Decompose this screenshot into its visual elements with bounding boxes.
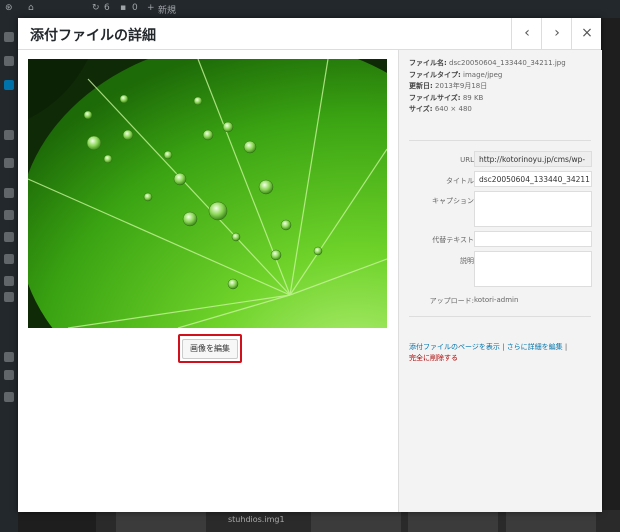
previous-button[interactable]: ‹ xyxy=(511,18,542,49)
close-button[interactable]: × xyxy=(571,18,602,49)
title-field[interactable]: dsc20050604_133440_34211 xyxy=(474,171,592,187)
users-icon[interactable] xyxy=(4,232,14,242)
uploaded-date-label: 更新日: xyxy=(409,82,433,90)
media-preview-pane: 画像を編集 xyxy=(18,50,398,512)
filename-value: dsc20050604_133440_34211.jpg xyxy=(449,59,566,67)
updates-icon[interactable]: ↻ xyxy=(92,3,100,13)
modal-content: 画像を編集 ファイル名: dsc20050604_133440_34211.jp… xyxy=(18,50,602,512)
dimensions-value: 640 × 480 xyxy=(434,105,472,113)
admin-side-menu xyxy=(0,18,18,532)
filename-row: ファイル名: dsc20050604_133440_34211.jpg xyxy=(409,58,599,70)
collapse-icon[interactable] xyxy=(4,392,14,402)
chevron-left-icon: ‹ xyxy=(524,25,530,41)
pages-icon[interactable] xyxy=(4,130,14,140)
appearance-icon[interactable] xyxy=(4,188,14,198)
chevron-right-icon: › xyxy=(554,25,560,41)
plus-icon[interactable]: + xyxy=(147,3,155,13)
comments-icon[interactable]: ▪ xyxy=(120,3,126,13)
url-label: URL xyxy=(460,156,474,164)
divider xyxy=(409,316,591,317)
filename-label: ファイル名: xyxy=(409,59,447,67)
attachment-details-pane: ファイル名: dsc20050604_133440_34211.jpg ファイル… xyxy=(398,50,602,512)
edit-image-button[interactable]: 画像を編集 xyxy=(182,339,238,359)
link-separator: | xyxy=(499,343,507,351)
admin-bar: ⊛ ⌂ ↻ 6 ▪ 0 + 新規 xyxy=(0,0,620,18)
thumbnail[interactable] xyxy=(408,512,498,532)
uploaded-by-value: kotori-admin xyxy=(474,296,519,304)
thumbnail[interactable] xyxy=(116,512,206,532)
comments-count: 0 xyxy=(132,3,138,13)
dashboard-icon[interactable] xyxy=(4,32,14,42)
attachment-actions: 添付ファイルのページを表示 | さらに詳細を編集 | 完全に削除する xyxy=(409,342,594,364)
wordpress-logo-icon[interactable]: ⊛ xyxy=(5,3,13,13)
uploaded-by-label: アップロード: xyxy=(429,297,474,305)
filesize-row: ファイルサイズ: 89 KB xyxy=(409,93,599,105)
media-icon[interactable] xyxy=(4,80,14,90)
filesize-label: ファイルサイズ: xyxy=(409,93,461,102)
filetype-row: ファイルタイプ: image/jpeg xyxy=(409,70,599,82)
close-icon: × xyxy=(581,25,593,41)
filesize-value: 89 KB xyxy=(462,93,484,102)
thumbnail[interactable] xyxy=(311,512,401,532)
alt-text-field[interactable] xyxy=(474,231,592,247)
delete-permanently-link[interactable]: 完全に削除する xyxy=(409,354,458,362)
url-field[interactable]: http://kotorinoyu.jp/cms/wp- xyxy=(474,151,592,167)
plugins-icon[interactable] xyxy=(4,210,14,220)
home-icon[interactable]: ⌂ xyxy=(28,3,34,13)
posts-icon[interactable] xyxy=(4,56,14,66)
thumbnail-filename: stuhdios.img1 xyxy=(228,515,285,524)
comments-menu-icon[interactable] xyxy=(4,158,14,168)
new-label[interactable]: 新規 xyxy=(158,3,176,16)
thumbnail[interactable] xyxy=(506,512,596,532)
uploaded-date-row: 更新日: 2013年9月18日 xyxy=(409,81,599,93)
leaf-photo xyxy=(28,59,387,328)
description-field[interactable] xyxy=(474,251,592,287)
link-separator: | xyxy=(562,343,568,351)
dimensions-label: サイズ: xyxy=(409,105,433,113)
modal-title: 添付ファイルの詳細 xyxy=(30,28,156,44)
gear-icon[interactable] xyxy=(4,352,14,362)
divider xyxy=(409,140,591,141)
caption-field[interactable] xyxy=(474,191,592,227)
filetype-label: ファイルタイプ: xyxy=(409,70,461,79)
dimensions-row: サイズ: 640 × 480 xyxy=(409,104,599,116)
view-attachment-page-link[interactable]: 添付ファイルのページを表示 xyxy=(409,343,500,351)
title-label: タイトル xyxy=(446,177,474,185)
file-info: ファイル名: dsc20050604_133440_34211.jpg ファイル… xyxy=(409,58,599,116)
filetype-value: image/jpeg xyxy=(463,70,503,79)
alt-text-label: 代替テキスト xyxy=(432,236,474,244)
tools-icon[interactable] xyxy=(4,254,14,264)
description-label: 説明 xyxy=(460,257,474,265)
caption-label: キャプション xyxy=(432,197,474,205)
next-button[interactable]: › xyxy=(541,18,572,49)
edit-more-details-link[interactable]: さらに詳細を編集 xyxy=(507,343,563,351)
extra-icon[interactable] xyxy=(4,370,14,380)
attachment-image xyxy=(28,59,387,328)
menu-item-icon[interactable] xyxy=(4,292,14,302)
updates-count: 6 xyxy=(104,3,110,13)
background-thumbnails: stuhdios.img1 xyxy=(96,510,620,532)
uploaded-date-value: 2013年9月18日 xyxy=(435,82,488,90)
settings-icon[interactable] xyxy=(4,276,14,286)
modal-header: 添付ファイルの詳細 ‹ › × xyxy=(18,18,601,50)
attachment-details-modal: 添付ファイルの詳細 ‹ › × 画像を編集 ファイル名: dsc20050604… xyxy=(18,18,602,512)
